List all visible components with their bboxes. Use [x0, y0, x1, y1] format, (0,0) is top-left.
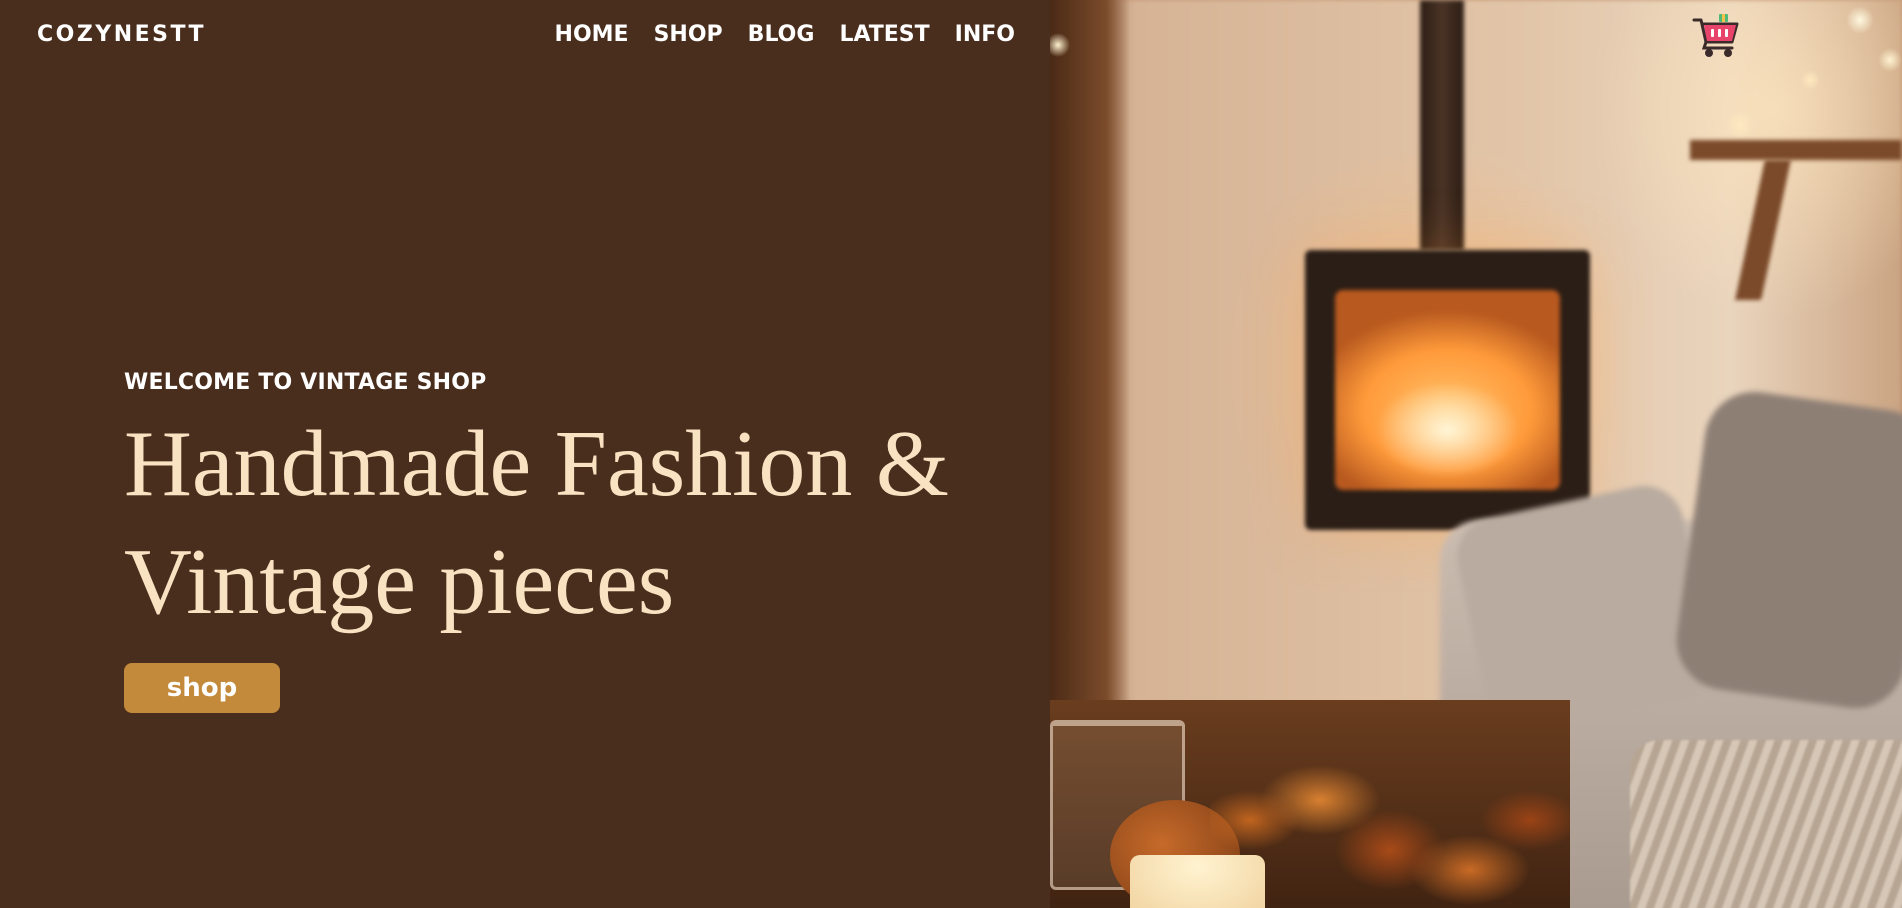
- hero-image: [1050, 0, 1902, 908]
- candle: [1130, 855, 1265, 908]
- nav-home[interactable]: HOME: [555, 22, 629, 47]
- brand-logo[interactable]: COZYNESTT: [37, 22, 206, 47]
- pillow: [1670, 385, 1902, 715]
- main-nav: HOME SHOP BLOG LATEST INFO: [555, 22, 1015, 47]
- page: COZYNESTT HOME SHOP BLOG LATEST INFO WEL…: [0, 0, 1902, 908]
- shop-button[interactable]: shop: [124, 663, 280, 713]
- nav-info[interactable]: INFO: [955, 22, 1015, 47]
- nav-latest[interactable]: LATEST: [839, 22, 929, 47]
- hero-content: WELCOME TO VINTAGE SHOP Handmade Fashion…: [124, 370, 1024, 713]
- shopping-cart-icon[interactable]: [1692, 12, 1742, 60]
- hero-title-line-1: Handmade Fashion &: [124, 412, 949, 516]
- hero-panel: COZYNESTT HOME SHOP BLOG LATEST INFO WEL…: [0, 0, 1050, 908]
- nav-shop[interactable]: SHOP: [654, 22, 723, 47]
- knit-blanket: [1630, 740, 1902, 908]
- nav-blog[interactable]: BLOG: [748, 22, 815, 47]
- hero-title: Handmade Fashion & Vintage pieces: [124, 405, 1024, 641]
- hero-title-line-2: Vintage pieces: [124, 530, 675, 634]
- hero-kicker: WELCOME TO VINTAGE SHOP: [124, 370, 487, 395]
